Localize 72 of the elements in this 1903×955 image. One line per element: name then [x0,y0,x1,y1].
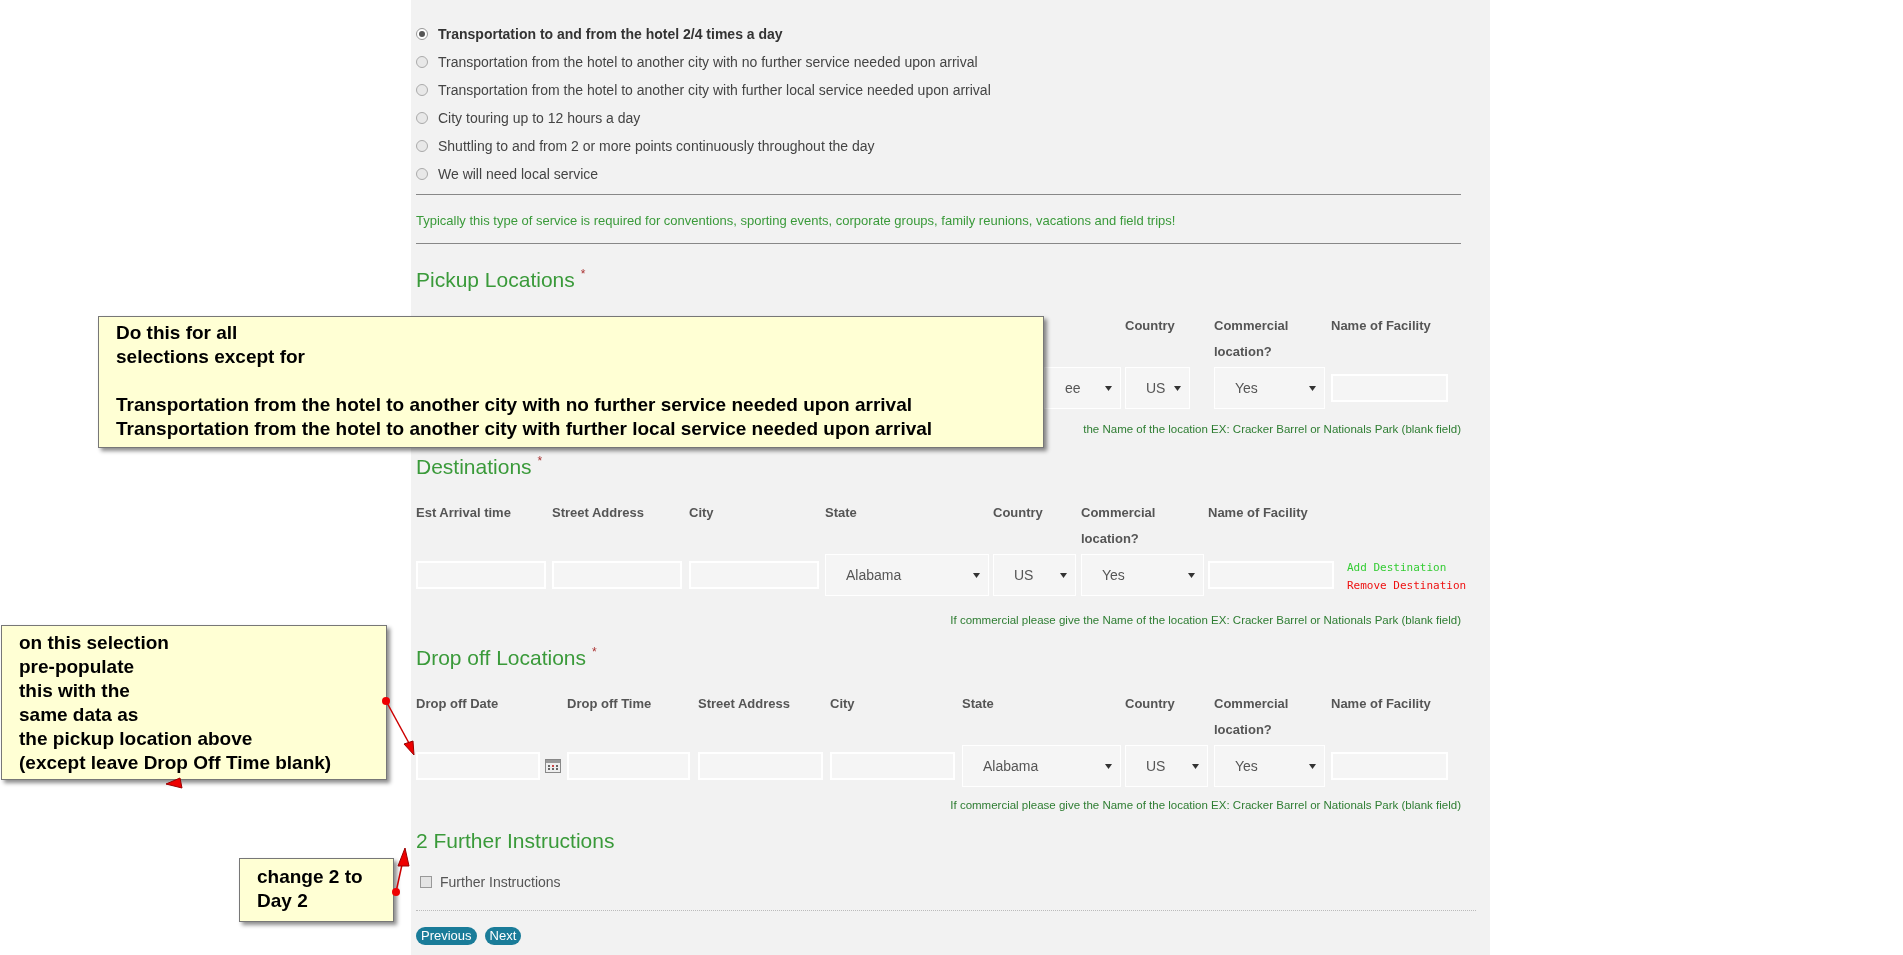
checkbox[interactable] [420,876,432,888]
field-label: Commercial location? [1214,695,1290,739]
field-label: Country [1125,695,1176,713]
note-text: Typically this type of service is required for conventions, sporting events, corporate groups, family reunions, vacations and field trips! [416,212,1176,230]
radio-button[interactable] [416,84,428,96]
section-heading: Destinations [416,454,532,480]
field-label: Commercial location? [1081,504,1157,548]
arrow [382,697,415,756]
callout-note: on this selection pre-populate this with the same data as the pickup location above (except leave Drop Off Time blank) [1,625,387,780]
callout-note: change 2 to Day 2 [239,858,394,922]
nav-button[interactable]: Previous [416,927,477,945]
field-label: Country [993,504,1044,522]
radio-label: Transportation from the hotel to another city with no further service needed upon arrival [438,52,978,72]
radio-label: Transportation to and from the hotel 2/4 times a day [438,24,783,44]
section-heading: Drop off Locations [416,645,587,671]
radio-label: City touring up to 12 hours a day [438,108,641,128]
field-label: Name of Facility [1208,504,1309,522]
arrow-head [165,777,183,789]
field-label: State [962,695,995,713]
caret-icon [1192,763,1199,769]
caret-icon [1174,385,1181,391]
required-mark: * [592,644,597,661]
caret-icon [1188,572,1195,578]
field-label: Name of Facility [1331,317,1432,335]
select-field[interactable]: ee [1044,367,1121,409]
hint-text: If commercial please give the Name of the location EX: Cracker Barrel or Nationals Park (blank field) [950,798,1461,813]
field-label: Street Address [552,504,645,522]
checkbox-label: Further Instructions [440,872,561,892]
field-label: Street Address [698,695,791,713]
radio-button[interactable] [416,112,428,124]
field-label: Country [1125,317,1176,335]
field-label: Est Arrival time [416,504,512,522]
field-label: City [830,695,856,713]
caret-icon [973,572,980,578]
select-field[interactable]: Yes [1081,554,1204,596]
hint-text: If commercial please give the Name of the location EX: Cracker Barrel or Nationals Park (blank field) [950,613,1461,628]
select-field[interactable]: Yes [1214,367,1325,409]
caret-icon [1309,385,1316,391]
field-label: City [689,504,715,522]
radio-label: We will need local service [438,164,599,184]
callout-note: Do this for all selections except for Transportation from the hotel to another city with no further service needed upon arrival Transportation from the hotel to another city with further local service needed upon arrival [98,316,1044,448]
caret-icon [1105,385,1112,391]
caret-icon [1060,572,1067,578]
required-mark: * [580,266,586,283]
radio-button[interactable] [416,28,428,40]
select-field[interactable]: US [1125,745,1208,787]
radio-button[interactable] [416,140,428,152]
hint-text: the Name of the location EX: Cracker Barrel or Nationals Park (blank field) [1083,422,1461,437]
select-field[interactable]: Alabama [962,745,1121,787]
select-field[interactable]: US [993,554,1076,596]
caret-icon [1105,763,1112,769]
select-field[interactable]: US [1125,367,1190,409]
caret-icon [1309,763,1316,769]
radio-button[interactable] [416,168,428,180]
radio-button[interactable] [416,56,428,68]
field-label: Drop off Time [567,695,653,713]
calendar-icon[interactable] [545,759,561,773]
arrow [392,847,410,896]
select-field[interactable]: Yes [1214,745,1325,787]
field-label: Name of Facility [1331,695,1432,713]
radio-label: Transportation from the hotel to another city with further local service needed upon arrival [438,80,991,100]
destination-link[interactable]: Remove Destination [1347,577,1490,595]
required-mark: * [537,453,543,470]
radio-label: Shuttling to and from 2 or more points continuously throughout the day [438,136,875,156]
field-label: Drop off Date [416,695,500,713]
field-label: State [825,504,858,522]
section-heading: Pickup Locations [416,267,575,293]
select-field[interactable]: Alabama [825,554,989,596]
nav-button[interactable]: Next [484,927,522,945]
input-field[interactable] [416,752,540,780]
field-label: Commercial location? [1214,317,1290,361]
section-heading: 2 Further Instructions [416,829,615,852]
